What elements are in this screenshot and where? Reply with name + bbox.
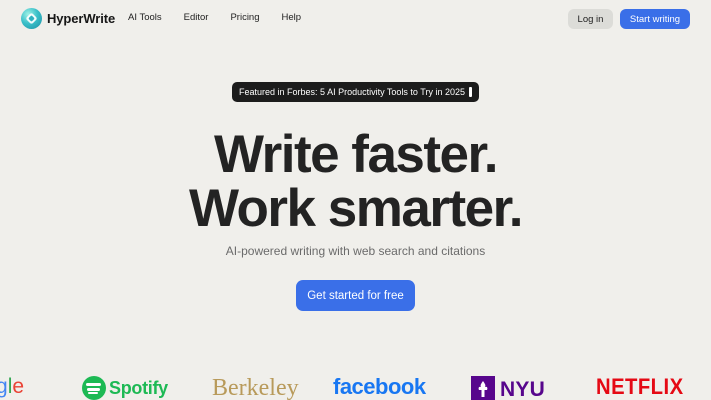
spotify-wordmark: Spotify bbox=[109, 378, 168, 398]
top-navigation: HyperWrite AI Tools Editor Pricing Help … bbox=[0, 0, 711, 37]
google-logo: gle bbox=[0, 375, 25, 398]
nyu-wordmark: NYU bbox=[500, 377, 545, 400]
nav-link-ai-tools[interactable]: AI Tools bbox=[128, 12, 162, 23]
nav-link-help[interactable]: Help bbox=[282, 12, 302, 23]
headline-line-2: Work smarter. bbox=[188, 179, 524, 238]
nyu-logo: NYU bbox=[471, 376, 545, 400]
brand-logo[interactable]: HyperWrite bbox=[21, 8, 115, 29]
nyu-torch-icon bbox=[471, 376, 495, 400]
nav-link-pricing[interactable]: Pricing bbox=[230, 12, 259, 23]
nav-links: AI Tools Editor Pricing Help bbox=[128, 12, 323, 23]
featured-badge[interactable]: Featured in Forbes: 5 AI Productivity To… bbox=[232, 82, 479, 102]
facebook-logo: facebook bbox=[333, 374, 426, 399]
nav-link-editor[interactable]: Editor bbox=[184, 12, 209, 23]
headline-line-1: Write faster. bbox=[214, 125, 498, 184]
get-started-button[interactable]: Get started for free bbox=[296, 280, 415, 311]
brand-name: HyperWrite bbox=[47, 11, 116, 26]
netflix-logo: NETFLIX bbox=[596, 374, 684, 399]
login-button[interactable]: Log in bbox=[568, 9, 613, 29]
landing-page: HyperWrite AI Tools Editor Pricing Help … bbox=[0, 0, 711, 400]
hyperwrite-logo-icon bbox=[21, 8, 42, 29]
bar-icon bbox=[468, 87, 472, 97]
berkeley-logo: Berkeley bbox=[212, 375, 299, 400]
spotify-icon bbox=[82, 376, 106, 400]
featured-badge-text: Featured in Forbes: 5 AI Productivity To… bbox=[239, 87, 465, 97]
spotify-logo: Spotify bbox=[82, 376, 168, 400]
customer-logo-strip: gle Spotify Berkeley facebook NYU NETFLI… bbox=[0, 372, 711, 400]
start-writing-button[interactable]: Start writing bbox=[620, 9, 690, 29]
hero-subtitle: AI-powered writing with web search and c… bbox=[225, 244, 486, 258]
